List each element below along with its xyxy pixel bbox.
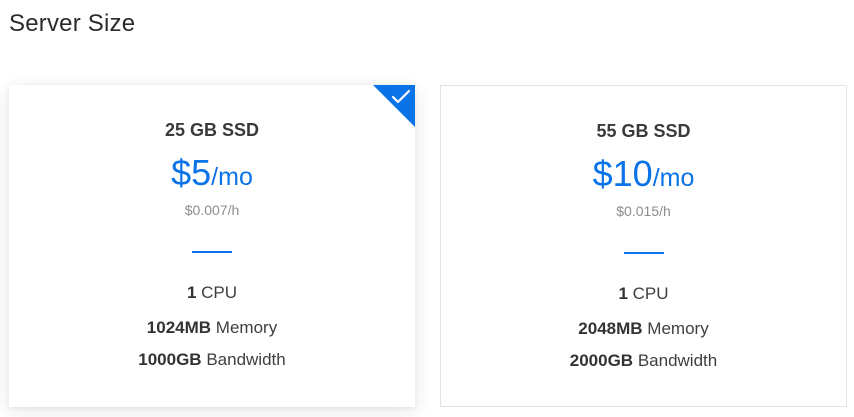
plan-price-amount: $10 [592, 153, 653, 194]
plan-cpu: 1 CPU [441, 284, 846, 304]
plan-bandwidth: 2000GB Bandwidth [441, 351, 846, 371]
plan-cpu: 1 CPU [9, 283, 415, 303]
plan-price-period: /mo [652, 164, 695, 192]
plan-bandwidth: 1000GB Bandwidth [9, 350, 415, 370]
plan-hourly-price: $0.007/h [184, 202, 240, 218]
plan-divider [623, 252, 664, 254]
plan-divider [192, 251, 232, 253]
plan-card-25gb[interactable]: 25 GB SSD $5/mo $0.007/h 1 CPU 1024MB Me… [9, 85, 415, 407]
plan-price-period: /mo [211, 163, 253, 191]
plan-disk-size: 55 GB SSD [596, 121, 691, 141]
plan-bandwidth-label: Bandwidth [206, 350, 286, 369]
plan-price: $10/mo [441, 153, 846, 195]
plan-price: $5/mo [9, 152, 415, 194]
plan-hourly-price: $0.015/h [616, 203, 671, 219]
checkmark-icon [391, 89, 411, 104]
plan-memory-label: Memory [215, 318, 278, 337]
plan-bandwidth-value: 1000GB [138, 350, 202, 369]
plan-memory-value: 2048MB [578, 319, 643, 338]
plan-price-amount: $5 [171, 152, 212, 193]
plan-disk-size: 25 GB SSD [164, 120, 260, 140]
plan-memory: 2048MB Memory [441, 319, 846, 339]
plan-bandwidth-value: 2000GB [569, 351, 634, 370]
plan-memory-value: 1024MB [146, 318, 212, 337]
page-title: Server Size [9, 10, 136, 37]
plan-cpu-value: 1 [618, 284, 628, 303]
plan-card-55gb[interactable]: 55 GB SSD $10/mo $0.015/h 1 CPU 2048MB M… [440, 85, 847, 407]
plan-cpu-label: CPU [632, 284, 669, 303]
plan-cpu-value: 1 [186, 283, 197, 302]
plan-memory-label: Memory [647, 319, 709, 338]
plan-memory: 1024MB Memory [9, 318, 415, 338]
plan-bandwidth-label: Bandwidth [637, 351, 718, 370]
plan-cpu-label: CPU [201, 283, 238, 302]
